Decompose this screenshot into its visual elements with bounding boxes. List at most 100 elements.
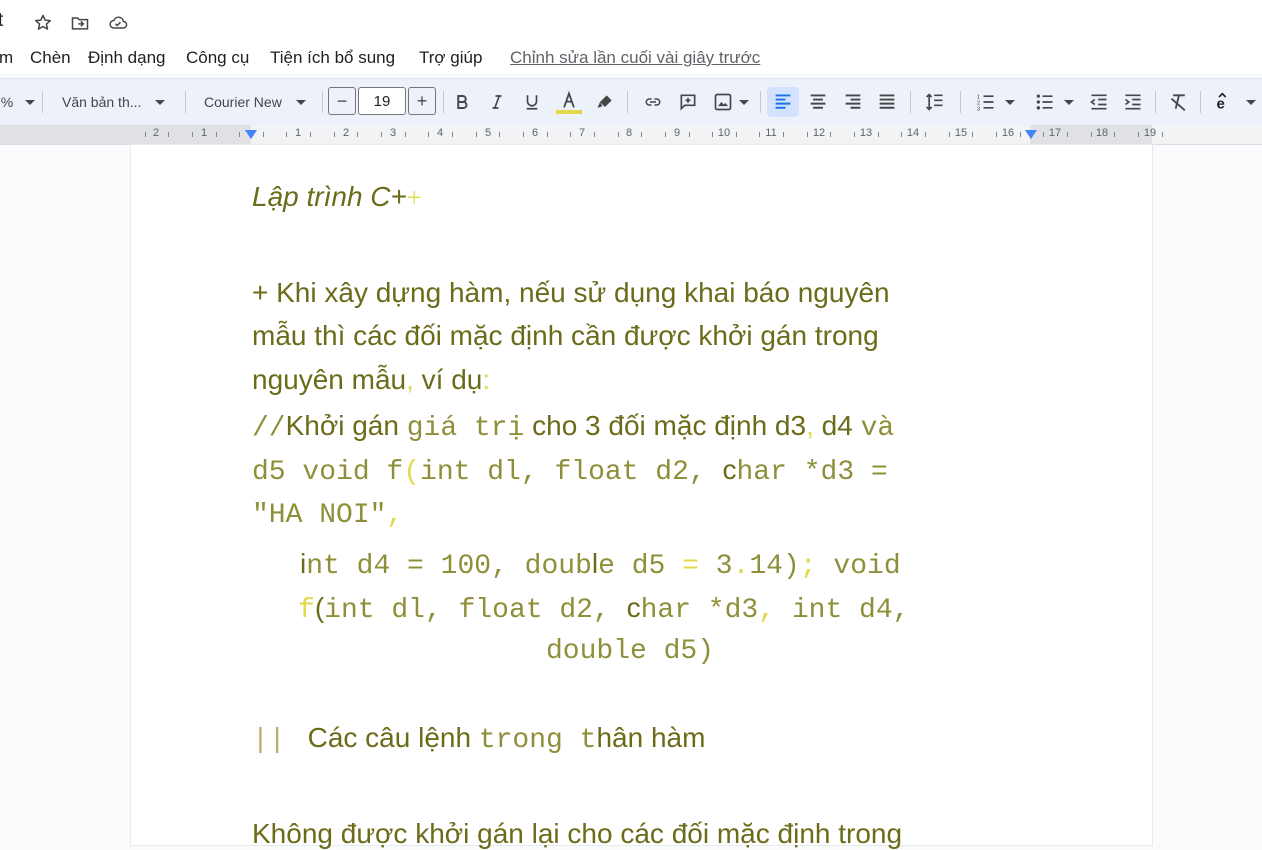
italic-icon [492,95,502,109]
ruler-tick [145,132,146,137]
menu-addons[interactable]: Tiện ích bổ sung [270,48,395,68]
text-run: Các câu lệnh [307,722,479,753]
ruler-tick [972,132,973,137]
insert-comment-button[interactable] [676,87,700,117]
font-value: Courier New [204,94,282,110]
font-size-input[interactable]: 19 [358,87,406,115]
text-run: cho 3 đối mặc định d3 [524,410,807,441]
code-line[interactable]: int d4 = 100, double d5 = 3.14); void [300,548,901,582]
toolbar-divider [960,91,961,113]
ruler-tick [239,132,240,137]
menu-help[interactable]: Trợ giúp [419,48,482,68]
right-indent-marker-icon[interactable] [1024,129,1038,141]
move-to-folder-icon[interactable] [69,12,91,34]
ruler-tick [1020,132,1021,137]
ruler-tick [476,132,477,137]
text-run: int dl, float d2, [420,457,723,488]
ruler-tick [783,132,784,137]
comment-line[interactable]: || Các câu lệnh trong thân hàm [252,722,705,756]
align-center-button[interactable] [805,87,831,117]
underline-button[interactable] [520,87,544,117]
code-line[interactable]: //Khởi gán giá trị cho 3 đối mặc định d3… [252,410,894,444]
zoom-value: % [0,94,14,110]
zoom-select[interactable]: % [0,87,36,117]
text-run: c [722,454,737,485]
increase-font-size-button[interactable]: + [408,87,436,115]
text-run: har *d3 [640,595,759,626]
toolbar-divider [185,91,186,113]
ruler-tick [996,132,997,137]
increase-indent-button[interactable] [1120,87,1146,117]
toolbar-divider [443,91,444,113]
ruler-number: 1 [200,127,208,139]
decrease-font-size-button[interactable]: − [328,87,356,115]
ruler-tick [310,132,311,137]
bulleted-list-button[interactable] [1030,87,1078,117]
align-right-button[interactable] [840,87,866,117]
ruler-tick [854,132,855,137]
line-spacing-icon [926,93,943,111]
menu-format[interactable]: Định dạng [88,48,166,68]
document-title[interactable]: t [0,10,3,32]
left-indent-marker-icon[interactable] [244,129,258,141]
align-left-button[interactable] [767,87,799,117]
input-tools-button[interactable]: e [1210,87,1260,117]
menu-view[interactable]: m [0,48,13,68]
ruler-tick [357,132,358,137]
style-select[interactable]: Văn bản th... [56,87,176,117]
cloud-status-icon[interactable] [107,12,129,34]
insert-image-button[interactable] [710,87,752,117]
text-run: , [386,500,404,531]
insert-link-button[interactable] [640,87,666,117]
ruler-tick [216,132,217,137]
toolbar-divider [760,91,761,113]
code-line[interactable]: double d5) [546,636,714,667]
code-line[interactable]: f(int dl, float d2, char *d3, int d4, [298,592,909,626]
ruler-tick [736,132,737,137]
highlight-color-button[interactable] [593,87,617,117]
ruler-tick [1067,132,1068,137]
highlighter-icon [597,95,612,108]
text-run: int dl, float d2, [324,595,627,626]
star-icon[interactable] [32,12,54,34]
clear-formatting-button[interactable] [1166,87,1192,117]
doc-title[interactable]: Lập trình C++ [252,180,422,214]
text-color-button[interactable] [555,87,583,117]
menu-insert[interactable]: Chèn [30,48,71,68]
text-color-icon [563,90,575,108]
text-run: ( [314,592,325,623]
ruler-tick [925,132,926,137]
text-run: d5 void f [252,457,404,488]
text-run: giá trị [406,413,525,444]
code-line[interactable]: d5 void f(int dl, float d2, char *d3 = [252,454,888,488]
code-line[interactable]: "HA NOI", [252,500,403,531]
ruler-left-margin [0,125,251,144]
paragraph-line[interactable]: mẫu thì các đối mặc định cần được khởi g… [252,320,879,352]
ruler-tick [428,132,429,137]
paragraph-line[interactable]: nguyên mẫu, ví dụ: [252,364,490,396]
ruler-tick [1043,132,1044,137]
ruler-tick [570,132,571,137]
image-icon [714,93,732,111]
text-run: "HA NOI" [252,500,387,531]
font-select[interactable]: Courier New [196,87,318,117]
line-spacing-button[interactable] [922,87,948,117]
menu-tools[interactable]: Công cụ [186,48,249,68]
chevron-down-icon [155,99,166,105]
italic-button[interactable] [485,87,509,117]
bold-button[interactable] [450,87,474,117]
text-run: , [806,410,814,441]
paragraph-line[interactable]: Không được khởi gán lại cho các đối mặc … [252,818,902,850]
ruler-number: 7 [578,127,586,139]
last-edit-link[interactable]: Chỉnh sửa lần cuối vài giây trước [510,48,760,68]
numbered-list-button[interactable]: 123 [970,87,1020,117]
chevron-down-icon [1005,99,1015,105]
ruler-number: 12 [812,127,826,139]
ruler-number: 11 [765,127,777,139]
text-run: d4 [813,410,861,441]
ruler-number: 13 [859,127,873,139]
justify-button[interactable] [874,87,900,117]
paragraph-line[interactable]: + Khi xây dựng hàm, nếu sử dụng khai báo… [252,277,890,309]
link-icon [645,98,661,106]
decrease-indent-button[interactable] [1086,87,1112,117]
